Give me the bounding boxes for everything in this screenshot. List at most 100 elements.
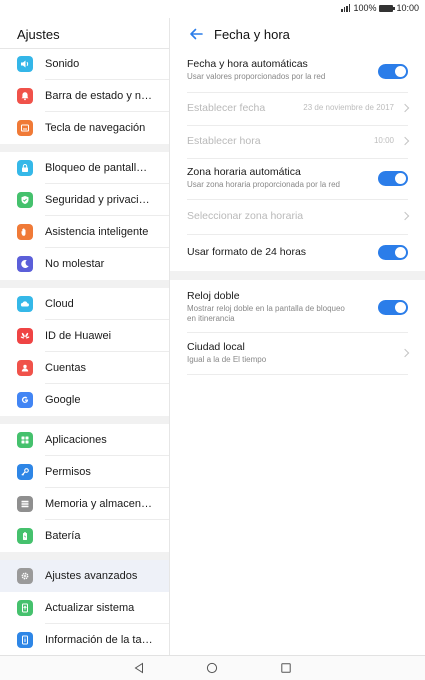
moon-icon — [17, 256, 33, 272]
section-separator — [170, 271, 425, 280]
recents-square-icon[interactable] — [280, 662, 292, 674]
settings-item-status-bar[interactable]: Barra de estado y notificaciones — [0, 80, 169, 112]
format-24h-toggle[interactable] — [378, 245, 408, 260]
setting-title: Zona horaria automática — [187, 166, 301, 178]
settings-item-do-not-disturb[interactable]: No molestar — [0, 248, 169, 280]
auto-timezone-toggle[interactable] — [378, 171, 408, 186]
battery-icon — [17, 528, 33, 544]
settings-item-label: Actualizar sistema — [45, 602, 135, 614]
status-bar: 100% 10:00 — [0, 0, 425, 18]
info-icon — [17, 632, 33, 648]
time-value: 10:00 — [373, 136, 394, 145]
navigation-bar — [0, 655, 425, 680]
format-24h-setting[interactable]: Usar formato de 24 horas — [187, 245, 408, 270]
settings-item-navigation-key[interactable]: Tecla de navegación — [0, 112, 169, 144]
lock-icon — [17, 160, 33, 176]
settings-item-label: Batería — [45, 530, 81, 542]
dual-clock-setting[interactable]: Reloj doble Mostrar reloj doble en la pa… — [187, 290, 408, 330]
dual-clock-toggle[interactable] — [378, 300, 408, 315]
setting-title: Seleccionar zona horaria — [187, 210, 304, 222]
divider — [187, 125, 408, 126]
setting-subtitle: Igual a la de El tiempo — [187, 355, 267, 364]
setting-subtitle: Usar zona horaria proporcionada por la r… — [187, 180, 340, 189]
setting-title: Ciudad local — [187, 341, 245, 353]
section-separator — [0, 416, 169, 424]
settings-item-accounts[interactable]: Cuentas — [0, 352, 169, 384]
setting-title: Fecha y hora automáticas — [187, 58, 308, 70]
setting-subtitle: Usar valores proporcionados por la red — [187, 72, 326, 81]
settings-item-label: Asistencia inteligente — [45, 226, 149, 238]
divider — [187, 158, 408, 159]
auto-datetime-setting[interactable]: Fecha y hora automáticas Usar valores pr… — [187, 58, 408, 92]
local-city-setting[interactable]: Ciudad local Igual a la de El tiempo — [187, 341, 410, 375]
navigation-key-icon — [17, 120, 33, 136]
signal-icon — [341, 4, 351, 12]
date-time-panel: Fecha y hora Fecha y hora automáticas Us… — [170, 18, 425, 655]
divider — [187, 234, 408, 235]
settings-item-label: Tecla de navegación — [45, 122, 146, 134]
back-arrow-icon[interactable] — [188, 26, 204, 42]
set-date-setting[interactable]: Establecer fecha 23 de noviembre de 2017 — [187, 102, 410, 126]
sound-icon — [17, 56, 33, 72]
settings-item-smart-assistance[interactable]: Asistencia inteligente — [0, 216, 169, 248]
huawei-icon — [17, 328, 33, 344]
update-icon — [17, 600, 33, 616]
settings-item-label: Barra de estado y notificaciones — [45, 90, 153, 102]
settings-item-battery[interactable]: Batería — [0, 520, 169, 552]
hand-icon — [17, 224, 33, 240]
setting-title: Reloj doble — [187, 290, 240, 302]
clock: 10:00 — [396, 3, 419, 13]
account-icon — [17, 360, 33, 376]
page-title: Fecha y hora — [214, 27, 290, 42]
gear-icon — [17, 568, 33, 584]
panel-header: Fecha y hora — [170, 18, 425, 50]
date-value: 23 de noviembre de 2017 — [303, 103, 394, 112]
shield-icon — [17, 192, 33, 208]
select-timezone-setting[interactable]: Seleccionar zona horaria — [187, 210, 410, 234]
settings-item-screen-lock[interactable]: Bloqueo de pantalla y contraseñas — [0, 152, 169, 184]
section-separator — [0, 144, 169, 152]
google-icon — [17, 392, 33, 408]
settings-item-label: Cuentas — [45, 362, 86, 374]
settings-item-memory-storage[interactable]: Memoria y almacenamiento — [0, 488, 169, 520]
section-separator — [0, 280, 169, 288]
auto-datetime-toggle[interactable] — [378, 64, 408, 79]
storage-icon — [17, 496, 33, 512]
apps-icon — [17, 432, 33, 448]
settings-item-label: ID de Huawei — [45, 330, 112, 342]
settings-item-label: Bloqueo de pantalla y contraseñas — [45, 162, 153, 174]
divider — [187, 92, 408, 93]
settings-item-permissions[interactable]: Permisos — [0, 456, 169, 488]
settings-item-google[interactable]: Google — [0, 384, 169, 416]
section-separator — [0, 552, 169, 560]
setting-title: Usar formato de 24 horas — [187, 246, 307, 258]
settings-item-apps[interactable]: Aplicaciones — [0, 424, 169, 456]
home-circle-icon[interactable] — [206, 662, 218, 674]
settings-item-label: Google — [45, 394, 81, 406]
battery-status-icon — [379, 4, 396, 12]
settings-item-huawei-id[interactable]: ID de Huawei — [0, 320, 169, 352]
settings-item-sonido[interactable]: Sonido — [0, 48, 169, 80]
settings-title: Ajustes — [17, 27, 60, 42]
battery-percent: 100% — [353, 3, 377, 13]
divider — [187, 199, 408, 200]
settings-item-label: Permisos — [45, 466, 91, 478]
setting-subtitle: Mostrar reloj doble en la pantalla de bl… — [187, 304, 345, 323]
set-time-setting[interactable]: Establecer hora 10:00 — [187, 135, 410, 159]
divider — [187, 374, 408, 375]
divider — [187, 332, 408, 333]
settings-item-tablet-info[interactable]: Información de la tablet — [0, 624, 169, 656]
settings-item-label: No molestar — [45, 258, 105, 270]
settings-item-label: Aplicaciones — [45, 434, 107, 446]
back-triangle-icon[interactable] — [133, 662, 145, 674]
settings-list-panel: Ajustes Sonido Barra de estado y notific… — [0, 18, 169, 655]
settings-item-label: Ajustes avanzados — [45, 570, 138, 582]
settings-item-cloud[interactable]: Cloud — [0, 288, 169, 320]
settings-item-advanced[interactable]: Ajustes avanzados — [0, 560, 169, 592]
settings-item-label: Información de la tablet — [45, 634, 153, 646]
settings-item-label: Cloud — [45, 298, 74, 310]
settings-item-security[interactable]: Seguridad y privacidad — [0, 184, 169, 216]
auto-timezone-setting[interactable]: Zona horaria automática Usar zona horari… — [187, 166, 408, 200]
settings-item-system-update[interactable]: Actualizar sistema — [0, 592, 169, 624]
status-indicators: 100% 10:00 — [341, 3, 419, 13]
